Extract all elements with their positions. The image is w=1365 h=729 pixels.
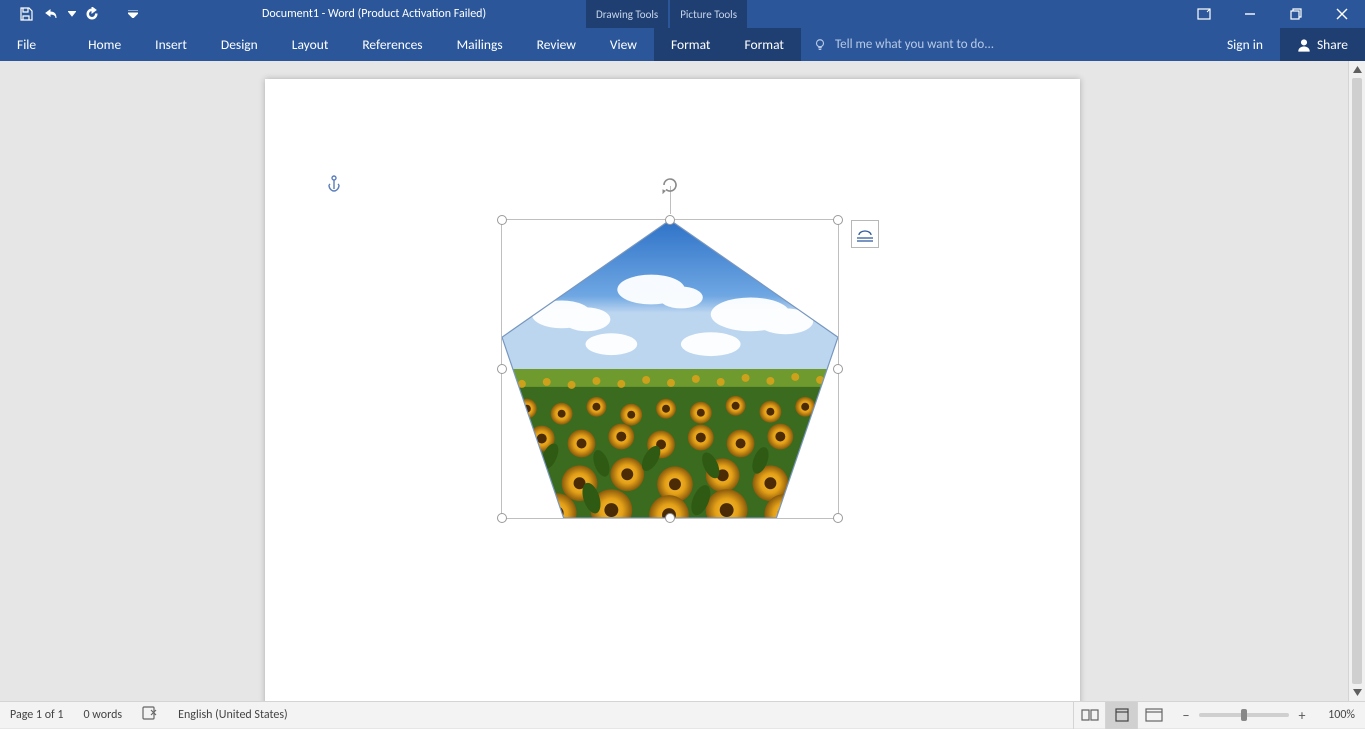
zoom-control: − + 100% [1169,707,1365,724]
zoom-slider-thumb[interactable] [1241,709,1247,721]
window-controls [1181,0,1365,28]
rotation-handle[interactable] [660,175,680,200]
tab-references[interactable]: References [345,28,439,61]
tab-layout[interactable]: Layout [275,28,346,61]
scroll-up-icon[interactable] [1349,61,1365,78]
tab-format-drawing[interactable]: Format [654,28,728,61]
undo-dropdown-icon[interactable] [66,2,78,26]
quick-access-toolbar [0,2,142,26]
tab-file[interactable]: File [0,28,53,61]
status-bar: Page 1 of 1 0 words English (United Stat… [0,701,1365,728]
scroll-down-icon[interactable] [1349,684,1365,701]
tab-design[interactable]: Design [204,28,275,61]
ribbon-tabs: File Home Insert Design Layout Reference… [0,28,1365,61]
pentagon-picture[interactable] [502,220,838,518]
close-icon[interactable] [1319,0,1365,28]
resize-handle-ne[interactable] [833,215,843,225]
layout-options-button[interactable] [851,220,879,248]
resize-handle-w[interactable] [497,364,507,374]
resize-handle-nw[interactable] [497,215,507,225]
undo-icon[interactable] [40,2,64,26]
object-anchor-icon [327,175,341,198]
status-words[interactable]: 0 words [74,708,133,722]
window-title: Document1 - Word (Product Activation Fai… [262,0,486,28]
view-web-layout[interactable] [1137,702,1169,729]
contextual-tool-tabs: Drawing Tools Picture Tools [586,0,749,28]
selected-shape[interactable] [501,219,839,519]
restore-icon[interactable] [1273,0,1319,28]
tell-me-search[interactable]: Tell me what you want to do... [813,28,994,61]
tab-mailings[interactable]: Mailings [440,28,520,61]
resize-handle-e[interactable] [833,364,843,374]
resize-handle-se[interactable] [833,513,843,523]
tool-tab-drawing: Drawing Tools [586,0,668,28]
ribbon-display-options-icon[interactable] [1181,0,1227,28]
tab-format-picture[interactable]: Format [727,28,801,61]
resize-handle-n[interactable] [665,215,675,225]
sign-in-link[interactable]: Sign in [1210,28,1280,61]
tell-me-placeholder: Tell me what you want to do... [835,37,994,52]
spellcheck-icon[interactable] [132,706,168,724]
tab-review[interactable]: Review [520,28,593,61]
zoom-slider[interactable] [1199,713,1289,717]
lightbulb-icon [813,38,827,52]
save-icon[interactable] [14,2,38,26]
minimize-icon[interactable] [1227,0,1273,28]
zoom-out-button[interactable]: − [1179,707,1193,724]
resize-handle-sw[interactable] [497,513,507,523]
tab-insert[interactable]: Insert [138,28,204,61]
view-print-layout[interactable] [1105,702,1137,729]
resize-handle-s[interactable] [665,513,675,523]
qat-customize-icon[interactable] [124,2,142,26]
vertical-scrollbar[interactable] [1348,61,1365,701]
tab-home[interactable]: Home [71,28,138,61]
tool-tab-picture: Picture Tools [670,0,747,28]
zoom-percent[interactable]: 100% [1315,708,1355,722]
document-area [0,61,1365,701]
status-language[interactable]: English (United States) [168,708,298,722]
redo-icon[interactable] [80,2,104,26]
zoom-in-button[interactable]: + [1295,707,1309,724]
layout-options-icon [856,226,874,242]
scroll-thumb[interactable] [1352,78,1362,684]
document-page[interactable] [265,79,1080,719]
share-label: Share [1317,36,1348,53]
view-read-mode[interactable] [1073,702,1105,729]
title-bar: Document1 - Word (Product Activation Fai… [0,0,1365,28]
share-button[interactable]: Share [1280,28,1365,61]
person-icon [1297,38,1311,52]
status-page[interactable]: Page 1 of 1 [0,708,74,722]
tab-view[interactable]: View [593,28,654,61]
